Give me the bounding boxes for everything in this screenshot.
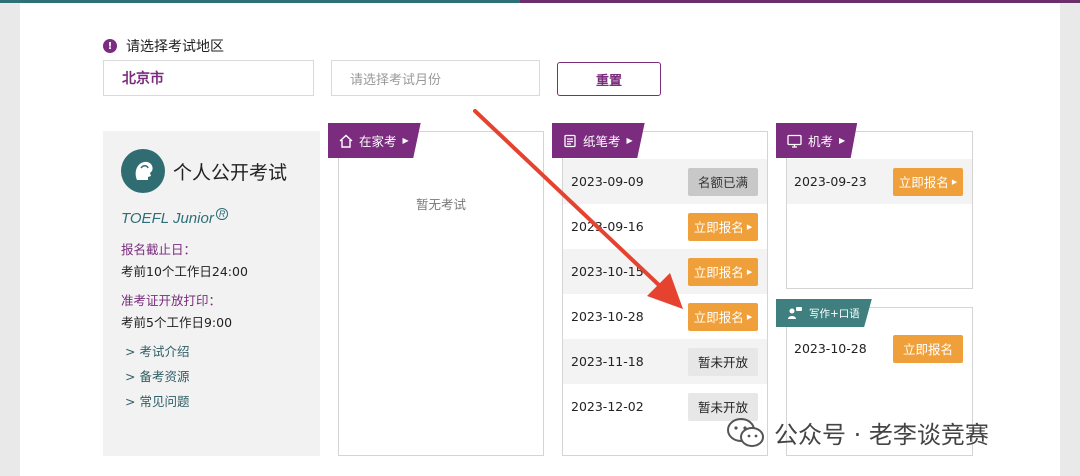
exam-date: 2023-09-16 [571,219,644,234]
full-status: 名额已满 [688,167,758,196]
caret-right-icon: ▶ [746,222,753,231]
not-open-status: 暂未开放 [688,347,758,376]
caret-right-icon: ▶ [839,136,846,145]
caret-right-icon: ▶ [951,177,958,186]
exam-date: 2023-09-09 [571,174,644,189]
chevron-right-icon: > [125,369,136,384]
exam-row: 2023-10-28 立即报名 [787,326,972,371]
tab-paper-exam[interactable]: 纸笔考 ▶ [552,123,645,158]
alert-icon: ! [103,39,117,53]
chevron-right-icon: > [125,394,136,409]
register-button[interactable]: 立即报名 ▶ [688,257,758,286]
wechat-icon [727,417,764,447]
tab-computer-exam-label: 机考 [808,134,834,149]
exam-date: 2023-10-28 [571,309,644,324]
info-title: 个人公开考试 [173,162,288,184]
paper-exam-column: 纸笔考 ▶ 2023-09-09 名额已满 2023-09-16 立即报名 ▶ 20… [552,123,768,456]
toefl-junior-brand: TOEFL Junior R [121,208,229,227]
exam-row: 2023-10-28 立即报名 ▶ [563,294,767,339]
deadline-value: 考前10个工作日24:00 [121,264,248,279]
caret-right-icon: ▶ [626,136,633,145]
register-button[interactable]: 立即报名 ▶ [688,302,758,331]
tab-home-exam-label: 在家考 [359,134,397,149]
caret-right-icon: ▶ [746,267,753,276]
exam-row: 2023-09-23 立即报名 ▶ [787,159,972,204]
chevron-right-icon: > [125,344,136,359]
register-button[interactable]: 立即报名 ▶ [688,212,758,241]
monitor-icon [787,134,802,148]
exam-row: 2023-09-16 立即报名 ▶ [563,204,767,249]
caret-right-icon: ▶ [746,312,753,321]
tab-writing-speaking-label: 写作+口语 [809,307,860,320]
computer-exam-column: 机考 ▶ 2023-09-23 立即报名 ▶ [776,123,973,289]
link-prep-resources[interactable]: > 备考资源 [125,366,190,385]
tab-paper-exam-label: 纸笔考 [583,134,621,149]
watermark: 公众号 · 老李谈竞赛 [726,415,989,450]
register-button-label: 立即报名 [693,265,744,280]
city-select[interactable]: 北京市 [103,60,314,96]
register-button-label: 立即报名 [898,175,949,190]
register-button[interactable]: 立即报名 [893,334,963,363]
link-faq[interactable]: > 常见问题 [125,391,190,410]
register-button-label: 立即报名 [693,310,744,325]
exam-info-card: 个人公开考试 TOEFL Junior R 报名截止日： 考前10个工作日24:0… [103,131,320,456]
watermark-text: 公众号 · 老李谈竞赛 [774,421,989,449]
region-prompt: ! 请选择考试地区 [103,36,224,56]
tab-computer-exam[interactable]: 机考 ▶ [776,123,858,158]
link-faq-label: 常见问题 [139,394,190,409]
admit-card-label: 准考证开放打印： [121,293,222,308]
month-select[interactable]: 请选择考试月份 [331,60,540,96]
exam-row: 2023-09-09 名额已满 [563,159,767,204]
region-prompt-text: 请选择考试地区 [126,39,224,55]
registered-mark: R [215,208,229,220]
speaker-icon [787,306,803,320]
paper-icon [563,134,577,148]
home-icon [339,134,353,148]
register-button-label: 立即报名 [693,220,744,235]
register-button[interactable]: 立即报名 ▶ [893,167,963,196]
exam-row: 2023-10-15 立即报名 ▶ [563,249,767,294]
exam-date: 2023-11-18 [571,354,644,369]
deadline-label: 报名截止日： [121,242,197,257]
brand-text: TOEFL Junior [121,210,214,227]
person-logo-icon [121,149,165,193]
exam-date: 2023-10-15 [571,264,644,279]
tab-writing-speaking[interactable]: 写作+口语 [776,299,872,327]
exam-row: 2023-11-18 暂未开放 [563,339,767,384]
home-exam-column: 在家考 ▶ 暂无考试 [328,123,544,456]
exam-date: 2023-12-02 [571,399,644,414]
link-prep-resources-label: 备考资源 [139,369,190,384]
no-exam-text: 暂无考试 [415,197,466,212]
link-exam-intro[interactable]: > 考试介绍 [125,341,190,360]
tab-home-exam[interactable]: 在家考 ▶ [328,123,421,158]
admit-card-value: 考前5个工作日9:00 [121,315,233,330]
reset-button[interactable]: 重置 [557,62,661,96]
link-exam-intro-label: 考试介绍 [139,344,190,359]
caret-right-icon: ▶ [402,136,409,145]
